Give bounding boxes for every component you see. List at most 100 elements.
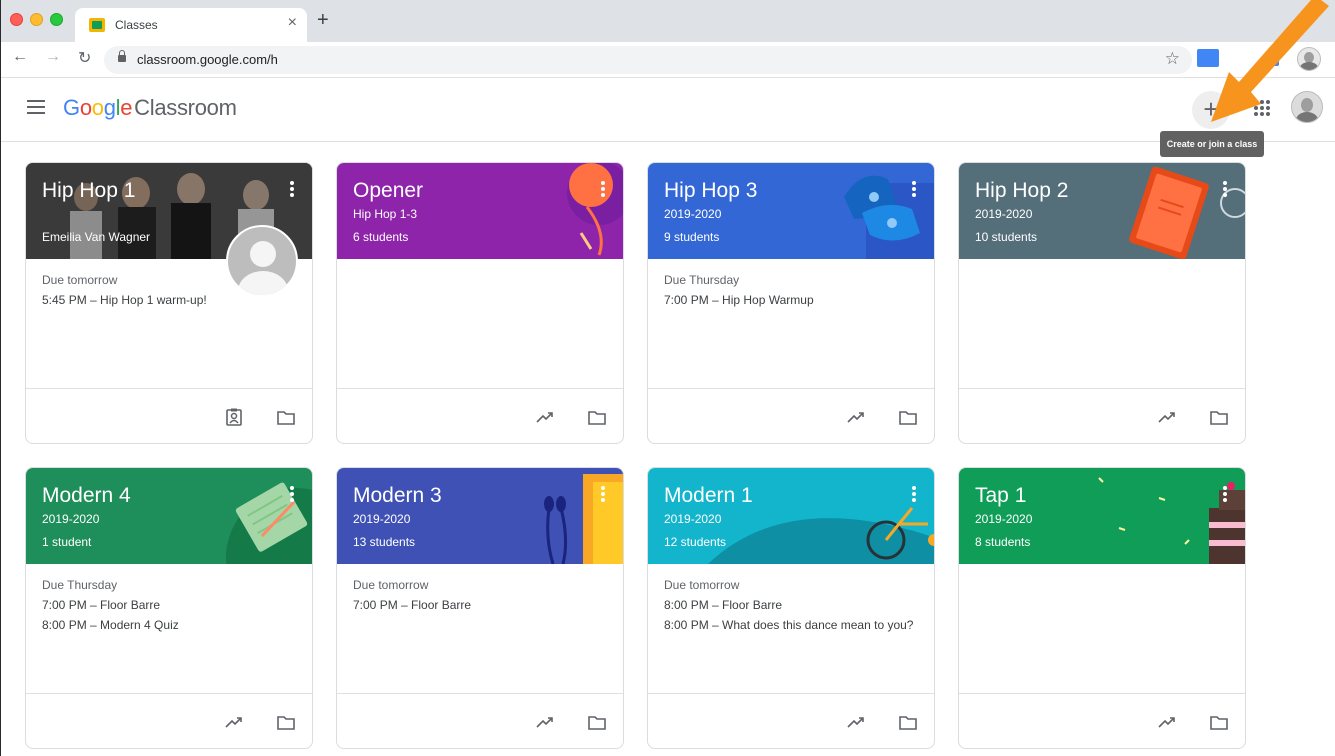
student-count: 1 student	[42, 535, 92, 549]
student-count: 10 students	[975, 230, 1038, 244]
card-header[interactable]: Modern 3 2019-2020 13 students	[337, 468, 623, 564]
student-work-folder-icon[interactable]	[224, 407, 244, 427]
card-header[interactable]: Modern 4 2019-2020 1 student	[26, 468, 312, 564]
class-options-menu-icon[interactable]	[912, 181, 916, 197]
card-header[interactable]: Hip Hop 3 2019-2020 9 students	[648, 163, 934, 259]
class-card-opener[interactable]: Opener Hip Hop 1-3 6 students	[336, 162, 624, 444]
main-menu-icon[interactable]	[27, 100, 45, 114]
folder-icon[interactable]	[898, 407, 918, 427]
class-title[interactable]: Tap 1	[975, 484, 1026, 508]
class-title[interactable]: Modern 1	[664, 484, 753, 508]
tab-close-icon[interactable]: ×	[288, 14, 297, 32]
card-footer	[337, 693, 623, 748]
card-body: Due Thursday 7:00 PM – Hip Hop Warmup	[664, 273, 922, 313]
orange-pointer-arrow-icon	[1211, 0, 1329, 122]
assignment-link[interactable]: 8:00 PM – Modern 4 Quiz	[42, 618, 300, 632]
class-section: 2019-2020	[353, 512, 411, 526]
google-classroom-logo[interactable]: GoogleClassroom	[63, 95, 237, 121]
forward-arrow-icon[interactable]: →	[45, 48, 61, 66]
trending-up-icon[interactable]	[1157, 407, 1177, 427]
student-count: 13 students	[353, 535, 416, 549]
trending-up-icon[interactable]	[1157, 712, 1177, 732]
card-header[interactable]: Opener Hip Hop 1-3 6 students	[337, 163, 623, 259]
maximize-window-button[interactable]	[50, 13, 63, 26]
card-header[interactable]: Tap 1 2019-2020 8 students	[959, 468, 1245, 564]
assignment-link[interactable]: 8:00 PM – Floor Barre	[664, 598, 922, 612]
classroom-header: GoogleClassroom +	[1, 78, 1335, 142]
class-card-modern-1[interactable]: Modern 1 2019-2020 12 students Due tomor…	[647, 467, 935, 749]
card-header[interactable]: Modern 1 2019-2020 12 students	[648, 468, 934, 564]
class-section: 2019-2020	[664, 512, 722, 526]
class-options-menu-icon[interactable]	[290, 486, 294, 502]
card-header[interactable]: Hip Hop 2 2019-2020 10 students	[959, 163, 1245, 259]
close-window-button[interactable]	[10, 13, 23, 26]
create-class-tooltip: Create or join a class	[1160, 131, 1264, 157]
class-options-menu-icon[interactable]	[1223, 181, 1227, 197]
folder-icon[interactable]	[898, 712, 918, 732]
folder-icon[interactable]	[276, 407, 296, 427]
trending-up-icon[interactable]	[846, 712, 866, 732]
bookmark-star-icon[interactable]: ☆	[1165, 49, 1180, 69]
trending-up-icon[interactable]	[846, 407, 866, 427]
class-title[interactable]: Hip Hop 1	[42, 179, 135, 203]
class-options-menu-icon[interactable]	[601, 181, 605, 197]
folder-icon[interactable]	[276, 712, 296, 732]
trending-up-icon[interactable]	[535, 712, 555, 732]
class-card-modern-4[interactable]: Modern 4 2019-2020 1 student Due Thursda…	[25, 467, 313, 749]
due-label: Due tomorrow	[353, 578, 429, 592]
class-options-menu-icon[interactable]	[912, 486, 916, 502]
assignment-link[interactable]: 7:00 PM – Floor Barre	[42, 598, 300, 612]
folder-icon[interactable]	[587, 712, 607, 732]
class-title[interactable]: Opener	[353, 179, 423, 203]
student-count: 9 students	[664, 230, 720, 244]
student-count: 12 students	[664, 535, 727, 549]
teacher-name: Emeilia Van Wagner	[42, 230, 151, 244]
class-title[interactable]: Modern 4	[42, 484, 131, 508]
class-card-hip-hop-1[interactable]: Hip Hop 1 Emeilia Van Wagner Due tomorro…	[25, 162, 313, 444]
class-title[interactable]: Modern 3	[353, 484, 442, 508]
due-label: Due Thursday	[664, 273, 740, 287]
class-title[interactable]: Hip Hop 2	[975, 179, 1068, 203]
class-section: 2019-2020	[664, 207, 722, 221]
class-options-menu-icon[interactable]	[601, 486, 605, 502]
card-body: Due Thursday 7:00 PM – Floor Barre 8:00 …	[42, 578, 300, 638]
reload-icon[interactable]: ↻	[78, 48, 91, 68]
assignment-link[interactable]: 7:00 PM – Floor Barre	[353, 598, 611, 612]
class-section: 2019-2020	[975, 207, 1033, 221]
class-title[interactable]: Hip Hop 3	[664, 179, 757, 203]
class-section: 2019-2020	[975, 512, 1033, 526]
card-footer	[648, 388, 934, 443]
card-footer	[26, 388, 312, 443]
class-options-menu-icon[interactable]	[290, 181, 294, 197]
classroom-favicon-icon	[89, 18, 105, 32]
folder-icon[interactable]	[1209, 407, 1229, 427]
browser-window: Classes × + ← → ↻ classroom.google.com/h…	[0, 0, 1335, 756]
address-bar[interactable]: classroom.google.com/h ☆	[104, 46, 1192, 74]
browser-tab-classes[interactable]: Classes ×	[75, 8, 307, 42]
teacher-avatar	[226, 225, 298, 297]
folder-icon[interactable]	[1209, 712, 1229, 732]
class-card-tap-1[interactable]: Tap 1 2019-2020 8 students	[958, 467, 1246, 749]
class-options-menu-icon[interactable]	[1223, 486, 1227, 502]
assignment-link[interactable]: 7:00 PM – Hip Hop Warmup	[664, 293, 922, 307]
back-arrow-icon[interactable]: ←	[12, 48, 28, 66]
due-label: Due Thursday	[42, 578, 118, 592]
card-body: Due tomorrow 8:00 PM – Floor Barre 8:00 …	[664, 578, 922, 638]
trending-up-icon[interactable]	[535, 407, 555, 427]
student-count: 6 students	[353, 230, 409, 244]
folder-icon[interactable]	[587, 407, 607, 427]
class-card-hip-hop-3[interactable]: Hip Hop 3 2019-2020 9 students Due Thurs…	[647, 162, 935, 444]
class-card-modern-3[interactable]: Modern 3 2019-2020 13 students Due tomor…	[336, 467, 624, 749]
lock-icon	[118, 50, 126, 62]
minimize-window-button[interactable]	[30, 13, 43, 26]
tab-title: Classes	[115, 18, 158, 32]
student-count: 8 students	[975, 535, 1031, 549]
card-footer	[337, 388, 623, 443]
card-footer	[26, 693, 312, 748]
new-tab-button[interactable]: +	[317, 9, 329, 32]
assignment-link[interactable]: 8:00 PM – What does this dance mean to y…	[664, 618, 922, 632]
brand-product-name: Classroom	[134, 95, 237, 120]
url-text[interactable]: classroom.google.com/h	[137, 52, 278, 67]
class-card-hip-hop-2[interactable]: Hip Hop 2 2019-2020 10 students	[958, 162, 1246, 444]
trending-up-icon[interactable]	[224, 712, 244, 732]
